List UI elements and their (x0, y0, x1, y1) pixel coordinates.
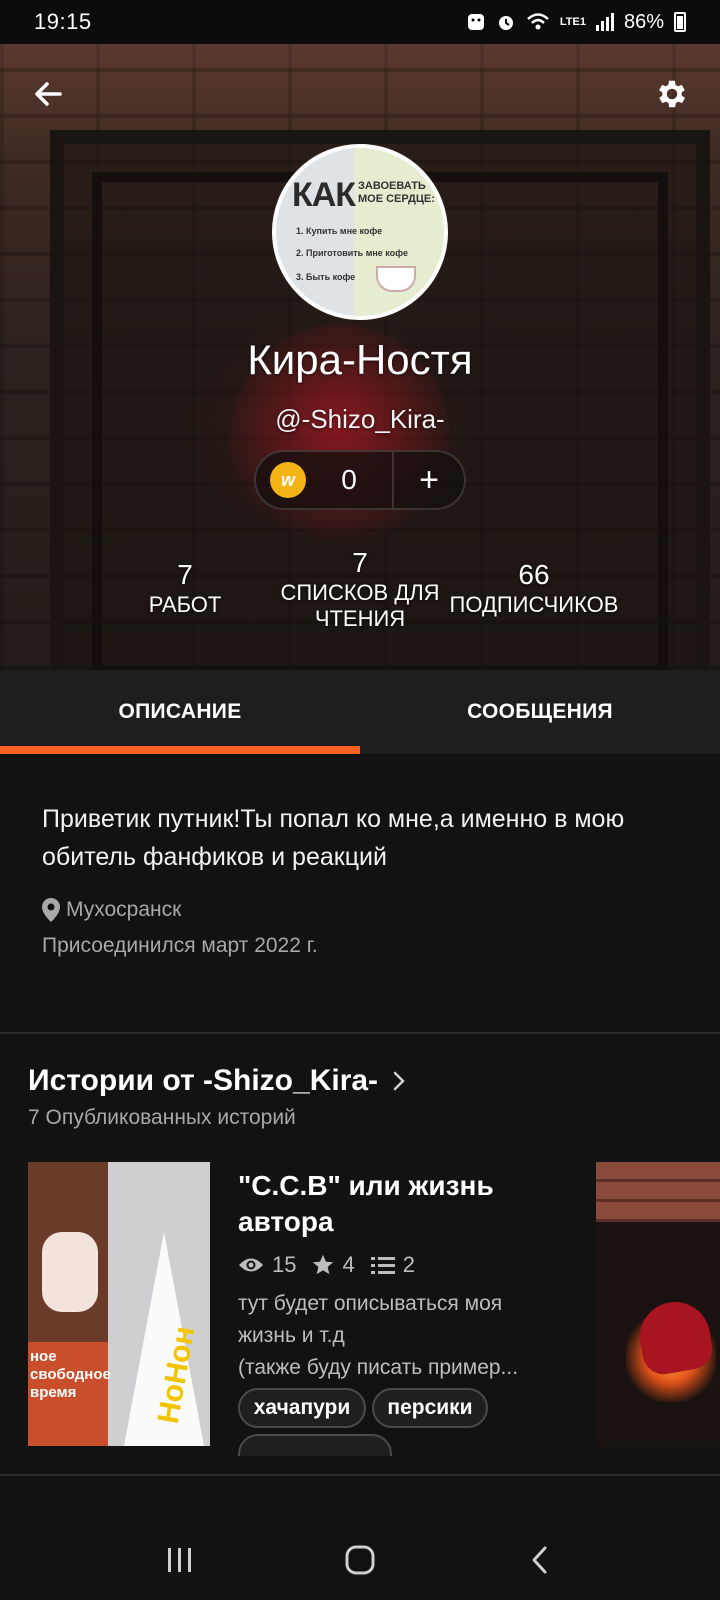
story-cover[interactable]: НоНон ное свободное время (28, 1162, 210, 1446)
location-text: Мухосранск (66, 898, 182, 921)
story-parts-count: 2 (402, 1252, 415, 1277)
status-bar: 19:15 LTE1 86% (0, 0, 720, 44)
wifi-icon (527, 13, 549, 30)
stat-works-label: РАБОТ (148, 592, 222, 617)
tag-khachapuri[interactable]: хачапури (238, 1388, 366, 1428)
alarm-icon (498, 16, 513, 30)
volte-icon: LTE1 (559, 15, 586, 28)
profile-handle: @-Shizo_Kira- (275, 404, 445, 434)
profile-description: Приветик путник!Ты попал ко мне,а именно… (42, 805, 625, 871)
status-icons: LTE1 86% (466, 11, 686, 34)
stat-works-value: 7 (177, 559, 193, 590)
story-votes: 4 (312, 1252, 355, 1278)
battery-icon (674, 12, 686, 32)
recent-apps-icon (168, 1548, 191, 1572)
section-divider-bottom (0, 1474, 720, 1476)
story-description-line: тут будет описываться моя (238, 1292, 503, 1315)
next-story-cover[interactable] (596, 1162, 720, 1446)
avatar-line-2: 2. Приготовить мне кофе (296, 248, 408, 258)
avatar-line-3: 3. Быть кофе (296, 272, 356, 282)
back-button[interactable] (28, 74, 68, 114)
location-pin-icon (42, 898, 60, 922)
avatar[interactable]: КАК ЗАВОЕВАТЬ МОЕ СЕРДЦЕ: 1. Купить мне … (272, 144, 448, 320)
back-icon (532, 1546, 547, 1574)
home-button[interactable] (330, 1530, 390, 1590)
stories-title-text: Истории от -Shizo_Kira- (28, 1064, 379, 1097)
face-unlock-icon (467, 14, 484, 30)
story-reads: 15 (238, 1252, 296, 1278)
stat-followers[interactable]: 66 ПОДПИСЧИКОВ (444, 558, 624, 618)
story-title[interactable]: "С.С.В" или жизнь автора (238, 1168, 568, 1240)
cover-art-face (42, 1232, 98, 1312)
story-votes-count: 4 (342, 1252, 355, 1277)
story-description-line: (также буду писать пример... (238, 1356, 519, 1379)
arrow-left-icon (35, 82, 62, 106)
eye-icon (239, 1258, 263, 1272)
stat-followers-value: 66 (518, 559, 550, 590)
recent-apps-button[interactable] (150, 1530, 210, 1590)
stat-reading-lists-label: СПИСКОВ ДЛЯ ЧТЕНИЯ (280, 580, 440, 631)
settings-button[interactable] (652, 74, 692, 114)
status-time: 19:15 (34, 9, 92, 34)
battery-percent: 86% (623, 10, 664, 33)
stat-works[interactable]: 7 РАБОТ (130, 558, 240, 618)
story-stats: 15 4 2 (238, 1252, 421, 1278)
chevron-right-icon (393, 1071, 405, 1091)
system-nav-bar (0, 1520, 720, 1600)
stat-reading-lists-value: 7 (352, 547, 368, 578)
system-back-button[interactable] (510, 1530, 570, 1590)
stories-count: 7 Опубликованных историй (28, 1106, 296, 1129)
stories-section-title[interactable]: Истории от -Shizo_Kira- (28, 1064, 406, 1098)
next-cover-bricks (596, 1162, 720, 1222)
avatar-line-1: 1. Купить мне кофе (296, 226, 383, 236)
story-parts: 2 (370, 1252, 415, 1278)
coins-widget: w 0 + (254, 450, 466, 510)
tab-description[interactable]: ОПИСАНИЕ (0, 670, 360, 754)
stat-followers-label: ПОДПИСЧИКОВ (449, 592, 619, 617)
coffee-cup-icon (376, 266, 416, 292)
profile-header: КАК ЗАВОЕВАТЬ МОЕ СЕРДЦЕ: 1. Купить мне … (0, 44, 720, 670)
coin-icon: w (270, 462, 306, 498)
signal-icon (595, 13, 614, 31)
coin-count: 0 (341, 464, 357, 495)
join-date: Присоединился март 2022 г. (42, 934, 318, 957)
profile-location: Мухосранск (42, 898, 181, 922)
story-reads-count: 15 (272, 1252, 297, 1277)
cover-art-caption: ное свободное время (30, 1348, 111, 1401)
tag-partial[interactable] (238, 1434, 392, 1456)
story-description: тут будет описываться моя жизнь и т.д (т… (238, 1288, 560, 1384)
profile-tabs: ОПИСАНИЕ СООБЩЕНИЯ (0, 670, 720, 754)
star-icon (313, 1254, 334, 1275)
tag-persiki[interactable]: персики (372, 1388, 488, 1428)
tab-messages[interactable]: СООБЩЕНИЯ (360, 670, 720, 754)
avatar-headline: КАК (292, 176, 356, 214)
add-coins-button[interactable]: + (394, 451, 464, 509)
avatar-subheadline: ЗАВОЕВАТЬ МОЕ СЕРДЦЕ: (358, 180, 435, 205)
home-icon (345, 1545, 375, 1575)
list-icon (370, 1257, 395, 1274)
stat-reading-lists[interactable]: 7 СПИСКОВ ДЛЯ ЧТЕНИЯ (272, 546, 448, 632)
section-divider (0, 1032, 720, 1034)
gear-icon (659, 80, 686, 108)
story-description-line: жизнь и т.д (238, 1324, 345, 1347)
profile-name: Кира-Ностя (247, 336, 473, 383)
